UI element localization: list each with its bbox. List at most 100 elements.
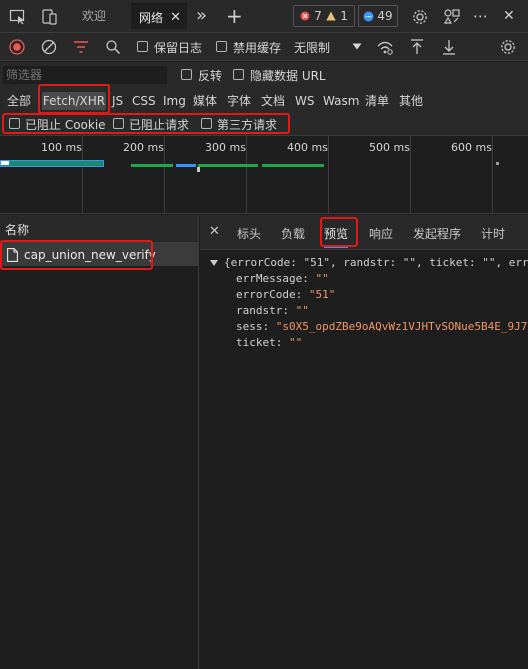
add-tab-icon[interactable]: + (226, 3, 243, 29)
timeline-marker (496, 162, 499, 165)
record-icon[interactable] (9, 39, 25, 55)
request-detail-panel: ✕ 标头 负载 预览 响应 发起程序 计时 {errorCode: "51", … (200, 215, 528, 669)
disable-cache-label: 禁用缓存 (233, 41, 282, 55)
timeline-tick: 600 ms (451, 141, 492, 154)
timeline-overview[interactable]: 100 ms 200 ms 300 ms 400 ms 500 ms 600 m… (0, 136, 528, 214)
tab-preview[interactable]: 预览 (324, 225, 349, 248)
json-value: "" (315, 272, 329, 285)
request-name: cap_union_new_verify (24, 247, 156, 262)
tab-welcome[interactable]: 欢迎 (82, 3, 106, 29)
close-devtools-icon[interactable]: ✕ (503, 3, 515, 29)
tab-network[interactable]: 网络 ✕ (131, 3, 187, 29)
more-tabs-icon[interactable]: » (196, 3, 207, 29)
clear-icon[interactable] (41, 39, 57, 55)
tab-response[interactable]: 响应 (369, 225, 393, 242)
expand-triangle-icon[interactable] (210, 260, 218, 266)
blocked-filter-bar: 已阻止 Cookie 已阻止请求 第三方请求 (0, 112, 528, 136)
type-img[interactable]: Img (163, 92, 186, 110)
type-font[interactable]: 字体 (227, 92, 251, 110)
json-field: errMessage: "" (236, 272, 329, 285)
invert-label: 反转 (198, 69, 223, 83)
json-value: "s0X5_opdZBe9oAQvWz1VJHTvSONue5B4E_9J7c" (275, 320, 528, 333)
json-value: "51" (308, 288, 336, 301)
type-doc[interactable]: 文档 (261, 92, 285, 110)
blocked-cookies-checkbox[interactable] (9, 118, 20, 129)
type-all[interactable]: 全部 (7, 92, 31, 110)
tab-headers[interactable]: 标头 (237, 225, 261, 242)
third-party-checkbox[interactable] (201, 118, 212, 129)
network-settings-icon[interactable] (499, 38, 517, 56)
type-wasm[interactable]: Wasm (323, 92, 359, 110)
json-key: randstr (236, 304, 283, 317)
type-fetch-xhr[interactable]: Fetch/XHR (42, 92, 106, 110)
blocked-requests-checkbox[interactable] (113, 118, 124, 129)
timeline-bar (0, 160, 104, 167)
invert-checkbox[interactable] (181, 69, 192, 80)
json-summary-line[interactable]: {errorCode: "51", randstr: "", ticket: "… (200, 255, 528, 271)
request-row[interactable]: cap_union_new_verify (0, 243, 198, 266)
name-column-header[interactable]: 名称 (0, 215, 198, 243)
json-preview: {errorCode: "51", randstr: "", ticket: "… (200, 255, 528, 351)
filter-input[interactable] (3, 66, 167, 84)
blocked-requests-label: 已阻止请求 (129, 118, 190, 132)
import-har-icon[interactable] (409, 38, 425, 56)
more-options-icon[interactable]: ⋯ (473, 3, 488, 29)
timeline-bar (131, 164, 173, 167)
search-icon[interactable] (105, 39, 121, 55)
messages-counter[interactable]: 49 (358, 5, 398, 27)
timeline-gridline (82, 136, 83, 214)
network-toolbar: 保留日志 禁用缓存 无限制 (0, 33, 528, 61)
json-field: sess: "s0X5_opdZBe9oAQvWz1VJHTvSONue5B4E… (200, 319, 528, 335)
request-list-panel: 名称 cap_union_new_verify (0, 215, 199, 669)
json-field: ticket: "" (236, 336, 303, 349)
timeline-tick: 500 ms (369, 141, 410, 154)
type-other[interactable]: 其他 (399, 92, 423, 110)
tab-initiator[interactable]: 发起程序 (413, 225, 461, 242)
close-tab-icon[interactable]: ✕ (170, 5, 181, 31)
network-conditions-icon[interactable] (376, 39, 394, 55)
customize-icon[interactable] (443, 8, 461, 26)
timeline-gridline (410, 136, 411, 214)
throttle-select[interactable]: 无限制 (294, 39, 330, 56)
timeline-tick: 100 ms (41, 141, 82, 154)
inspect-element-icon[interactable] (9, 8, 27, 26)
hide-data-urls-checkbox[interactable] (233, 69, 244, 80)
filter-icon[interactable] (73, 40, 89, 54)
timeline-gridline (328, 136, 329, 214)
timeline-gridline (246, 136, 247, 214)
type-css[interactable]: CSS (132, 92, 156, 110)
hide-data-urls-label: 隐藏数据 URL (250, 69, 326, 83)
json-value: "" (295, 304, 309, 317)
timeline-bar (262, 164, 324, 167)
type-manifest[interactable]: 清单 (365, 92, 389, 110)
json-field: errorCode: "51" (236, 288, 336, 301)
type-ws[interactable]: WS (295, 92, 314, 110)
device-emulation-icon[interactable] (41, 8, 59, 26)
gear-icon[interactable] (411, 8, 429, 26)
issues-counter[interactable]: 7 1 (293, 5, 355, 27)
disable-cache-checkbox[interactable] (216, 41, 227, 52)
devtools-tab-bar: 欢迎 网络 ✕ » + 7 1 49 ⋯ ✕ (0, 0, 528, 33)
third-party-label: 第三方请求 (217, 118, 278, 132)
error-icon (300, 11, 310, 21)
message-icon (363, 11, 374, 22)
close-detail-icon[interactable]: ✕ (209, 224, 220, 239)
timeline-tick: 200 ms (123, 141, 164, 154)
timeline-gridline (492, 136, 493, 214)
resource-type-filter: 全部 Fetch/XHR JS CSS Img 媒体 字体 文档 WS Wasm… (0, 88, 528, 112)
tab-network-label: 网络 (139, 11, 164, 25)
type-media[interactable]: 媒体 (193, 92, 217, 110)
dropdown-arrow-icon[interactable] (352, 43, 362, 50)
messages-count: 49 (377, 9, 393, 23)
errors-count: 7 (314, 9, 322, 23)
json-key: errMessage (236, 272, 303, 285)
blocked-cookies-label: 已阻止 Cookie (25, 118, 106, 132)
timeline-gridline (164, 136, 165, 214)
type-js[interactable]: JS (112, 92, 123, 110)
json-key: errorCode (236, 288, 296, 301)
tab-timing[interactable]: 计时 (481, 225, 505, 242)
json-field: randstr: "" (236, 304, 309, 317)
tab-payload[interactable]: 负载 (281, 225, 305, 242)
preserve-log-checkbox[interactable] (137, 41, 148, 52)
export-har-icon[interactable] (441, 38, 457, 56)
